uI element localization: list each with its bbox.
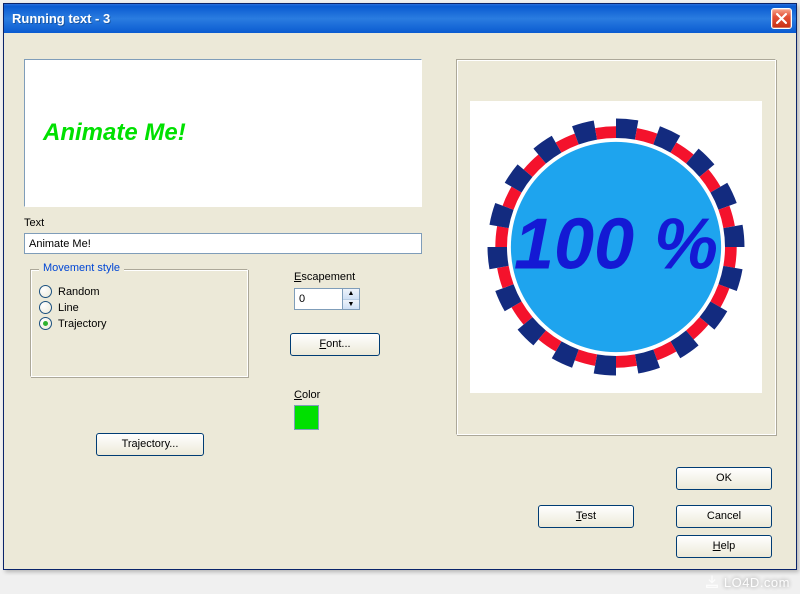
text-preview: Animate Me! (24, 59, 422, 207)
close-button[interactable] (771, 8, 792, 29)
watermark: LO4D.com (704, 574, 790, 590)
radio-icon (39, 301, 52, 314)
svg-text:100 %: 100 % (514, 204, 718, 284)
radio-line[interactable]: Line (39, 301, 239, 314)
titlebar[interactable]: Running text - 3 (4, 4, 796, 33)
cancel-button[interactable]: Cancel (676, 505, 772, 528)
text-label: Text (24, 217, 44, 229)
escapement-label: Escapement (294, 271, 355, 283)
font-button[interactable]: Font... (290, 333, 380, 356)
close-icon (776, 13, 787, 24)
spinner-up[interactable]: ▲ (343, 289, 359, 300)
radio-label: Line (58, 302, 79, 314)
text-input[interactable] (24, 233, 422, 254)
window-title: Running text - 3 (12, 11, 771, 26)
dialog-window: Running text - 3 Animate Me! Text Moveme… (3, 3, 797, 570)
movement-style-group: Movement style Random Line Trajectory (30, 269, 248, 377)
radio-icon (39, 317, 52, 330)
preview-sample-text: Animate Me! (43, 119, 186, 147)
download-icon (704, 574, 720, 590)
badge-preview: 100 % (470, 101, 762, 393)
movement-legend: Movement style (39, 262, 124, 274)
radio-label: Trajectory (58, 318, 107, 330)
ok-button[interactable]: OK (676, 467, 772, 490)
spinner-down[interactable]: ▼ (343, 300, 359, 310)
color-swatch[interactable] (294, 405, 319, 430)
radio-label: Random (58, 286, 100, 298)
image-preview-panel: 100 % (456, 59, 776, 435)
radio-trajectory[interactable]: Trajectory (39, 317, 239, 330)
test-button[interactable]: Test (538, 505, 634, 528)
escapement-input[interactable] (294, 288, 343, 310)
radio-icon (39, 285, 52, 298)
color-label: Color (294, 389, 320, 401)
trajectory-button[interactable]: Trajectory... (96, 433, 204, 456)
spinner-buttons: ▲ ▼ (343, 288, 360, 310)
help-button[interactable]: Help (676, 535, 772, 558)
radio-random[interactable]: Random (39, 285, 239, 298)
escapement-spinner[interactable]: ▲ ▼ (294, 288, 360, 310)
client-area: Animate Me! Text Movement style Random L… (4, 33, 796, 569)
